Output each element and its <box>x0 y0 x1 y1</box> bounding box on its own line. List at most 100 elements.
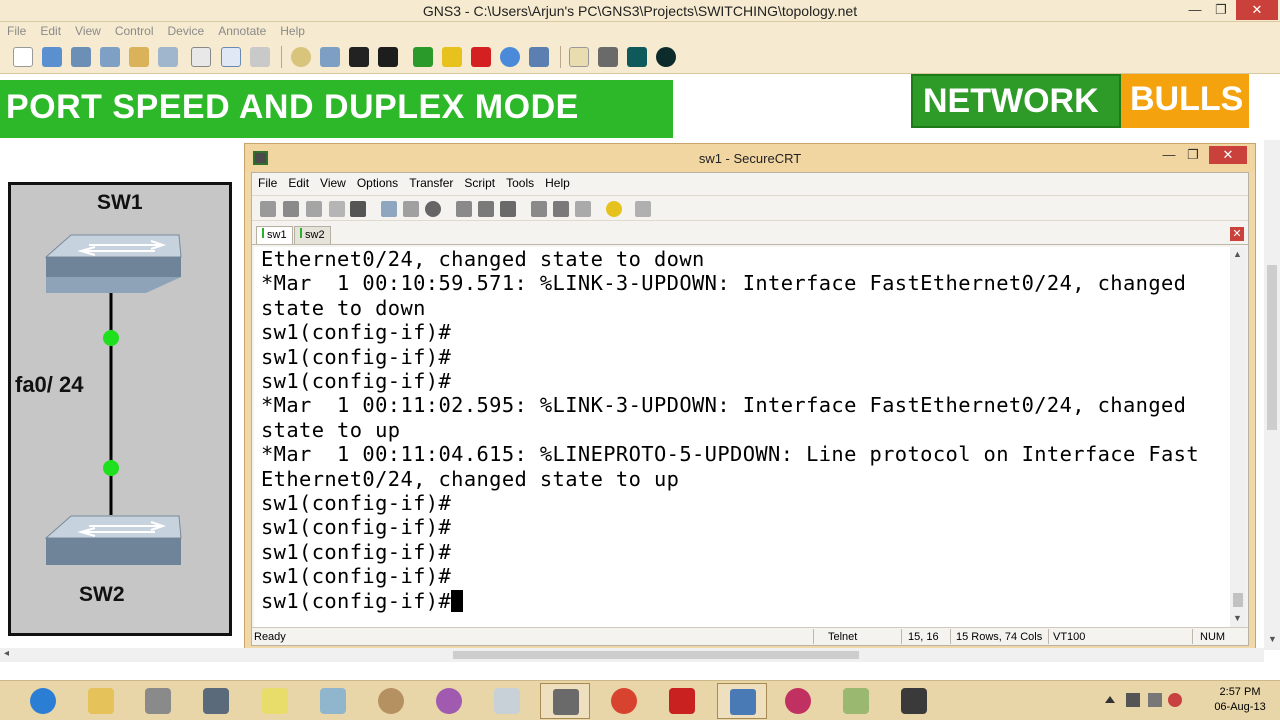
close-tab-icon[interactable]: ✕ <box>1230 227 1244 241</box>
securecrt-taskbar-button[interactable] <box>540 683 590 719</box>
reload-all-icon[interactable] <box>500 47 520 67</box>
show-interface-labels-icon[interactable] <box>221 47 241 67</box>
aux-console-icon[interactable] <box>349 47 369 67</box>
acrobat-icon[interactable] <box>669 688 695 714</box>
gns3-menubar: File Edit View Control Device Annotate Help <box>0 22 1280 40</box>
canvas-vertical-scrollbar[interactable]: ▼ <box>1264 140 1280 650</box>
menu-file[interactable]: File <box>0 22 33 40</box>
copy-icon[interactable] <box>381 201 397 217</box>
menu-device[interactable]: Device <box>161 22 212 40</box>
reconnect-icon[interactable] <box>329 201 345 217</box>
import-icon[interactable] <box>158 47 178 67</box>
gns3-taskbar-button[interactable] <box>717 683 767 719</box>
volume-tray-icon[interactable] <box>1168 693 1182 707</box>
canvas-horizontal-thumb[interactable] <box>453 651 859 659</box>
crt-menu-file[interactable]: File <box>252 173 282 190</box>
global-options-icon[interactable] <box>553 201 569 217</box>
crt-menu-script[interactable]: Script <box>458 173 500 190</box>
maps-app-icon[interactable] <box>843 688 869 714</box>
paint-icon[interactable] <box>378 688 404 714</box>
internet-explorer-icon[interactable] <box>30 688 56 714</box>
menu-edit[interactable]: Edit <box>33 22 68 40</box>
virtualbox-icon[interactable] <box>529 47 549 67</box>
crt-menu-options[interactable]: Options <box>351 173 403 190</box>
help-icon[interactable] <box>606 201 622 217</box>
notepad-icon[interactable] <box>320 688 346 714</box>
draw-rectangle-icon[interactable] <box>627 47 647 67</box>
insert-picture-icon[interactable] <box>598 47 618 67</box>
crt-menu-tools[interactable]: Tools <box>500 173 539 190</box>
media-app-icon[interactable] <box>436 688 462 714</box>
preferences-icon[interactable] <box>320 47 340 67</box>
calculator-icon[interactable] <box>494 688 520 714</box>
securecrt-maximize-button[interactable]: ❐ <box>1181 146 1205 164</box>
sticky-notes-icon[interactable] <box>262 688 288 714</box>
stop-all-icon[interactable] <box>471 47 491 67</box>
scroll-left-arrow-icon[interactable]: ◂ <box>4 648 9 659</box>
clock-icon[interactable] <box>291 47 311 67</box>
topology-canvas[interactable]: SW1 fa0/ 24 SW2 <box>8 182 232 636</box>
tab-connected-indicator <box>262 228 264 238</box>
tab-sw1[interactable]: sw1 <box>256 226 293 244</box>
terminal-vertical-scrollbar[interactable]: ▲ ▼ <box>1230 247 1246 627</box>
scroll-down-arrow-icon[interactable]: ▼ <box>1233 613 1242 623</box>
draw-ellipse-icon[interactable] <box>656 47 676 67</box>
terminal-scroll-thumb[interactable] <box>1233 593 1243 607</box>
show-hidden-icons-icon[interactable] <box>1105 695 1115 703</box>
canvas-vertical-thumb[interactable] <box>1267 265 1277 430</box>
file-explorer-icon[interactable] <box>88 688 114 714</box>
recorder-app-icon[interactable] <box>901 688 927 714</box>
logo-text-network: NETWORK <box>923 82 1099 120</box>
sftp-icon[interactable] <box>575 201 591 217</box>
presentation-app-icon[interactable] <box>785 688 811 714</box>
open-project-icon[interactable] <box>42 47 62 67</box>
securecrt-close-button[interactable]: ✕ <box>1209 146 1247 164</box>
scroll-up-arrow-icon[interactable]: ▲ <box>1233 249 1242 259</box>
remote-desktop-icon[interactable] <box>203 688 229 714</box>
save-as-icon[interactable] <box>100 47 120 67</box>
disconnect-icon[interactable] <box>350 201 366 217</box>
chrome-icon[interactable] <box>611 688 637 714</box>
add-note-icon[interactable] <box>569 47 589 67</box>
network-app-icon[interactable] <box>145 688 171 714</box>
keymap-icon[interactable] <box>635 201 651 217</box>
desktop: GNS3 - C:\Users\Arjun's PC\GNS3\Projects… <box>0 0 1280 720</box>
scroll-down-arrow-icon[interactable]: ▼ <box>1268 634 1277 644</box>
connect-icon[interactable] <box>260 201 276 217</box>
topology-drawing <box>44 234 182 565</box>
crt-menu-view[interactable]: View <box>314 173 351 190</box>
snapshot-icon[interactable] <box>191 47 211 67</box>
gns3-close-button[interactable]: ✕ <box>1236 0 1278 20</box>
new-project-icon[interactable] <box>13 47 33 67</box>
print-selection-icon[interactable] <box>478 201 494 217</box>
paste-icon[interactable] <box>403 201 419 217</box>
crt-menu-help[interactable]: Help <box>539 173 575 190</box>
gns3-maximize-button[interactable]: ❐ <box>1206 0 1236 20</box>
menu-view[interactable]: View <box>68 22 108 40</box>
menu-help[interactable]: Help <box>273 22 312 40</box>
print-setup-icon[interactable] <box>500 201 516 217</box>
start-all-icon[interactable] <box>413 47 433 67</box>
save-project-icon[interactable] <box>71 47 91 67</box>
print-icon[interactable] <box>456 201 472 217</box>
menu-control[interactable]: Control <box>108 22 161 40</box>
crt-menu-edit[interactable]: Edit <box>282 173 314 190</box>
connect-tab-icon[interactable] <box>306 201 322 217</box>
menu-annotate[interactable]: Annotate <box>211 22 273 40</box>
terminal-output[interactable]: Ethernet0/24, changed state to down *Mar… <box>254 247 1230 627</box>
session-options-icon[interactable] <box>531 201 547 217</box>
securecrt-minimize-button[interactable]: — <box>1157 146 1181 164</box>
add-link-icon[interactable] <box>250 47 270 67</box>
taskbar-clock[interactable]: 2:57 PM 06-Aug-13 <box>1200 685 1280 715</box>
console-all-icon[interactable] <box>378 47 398 67</box>
terminal-line: Ethernet0/24, changed state to down <box>261 247 705 271</box>
tab-sw2[interactable]: sw2 <box>294 226 331 244</box>
network-tray-icon[interactable] <box>1126 693 1140 707</box>
power-tray-icon[interactable] <box>1148 693 1162 707</box>
suspend-all-icon[interactable] <box>442 47 462 67</box>
quick-connect-icon[interactable] <box>283 201 299 217</box>
open-folder-icon[interactable] <box>129 47 149 67</box>
find-icon[interactable] <box>425 201 441 217</box>
crt-menu-transfer[interactable]: Transfer <box>403 173 458 190</box>
canvas-horizontal-scrollbar[interactable]: ◂ <box>0 648 1264 662</box>
